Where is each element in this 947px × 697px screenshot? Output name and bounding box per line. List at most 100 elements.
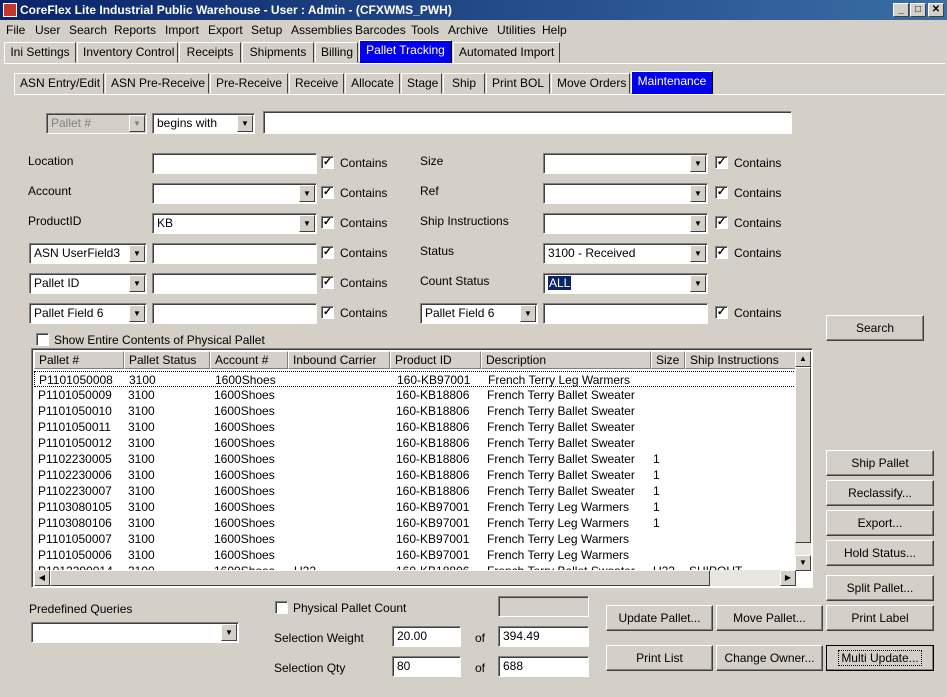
table-row[interactable]: P1101050009 3100 1600Shoes 160-KB18806 Frenc…	[34, 387, 798, 403]
print-label-button[interactable]: Print Label	[826, 605, 934, 631]
ship-instructions-select[interactable]: ▼	[543, 213, 708, 234]
column-header-size[interactable]: Size	[651, 351, 685, 369]
userfield-contains-checkbox[interactable]: ✓	[321, 246, 334, 259]
menu-tools[interactable]: Tools	[411, 23, 439, 37]
tab-receipts[interactable]: Receipts	[179, 42, 241, 63]
chevron-down-icon[interactable]: ▼	[299, 185, 315, 202]
reclassify-button[interactable]: Reclassify...	[826, 480, 934, 506]
hscroll-thumb[interactable]	[50, 570, 710, 586]
maximize-icon[interactable]: □	[910, 3, 926, 17]
show-entire-contents-checkbox[interactable]	[36, 333, 49, 346]
tab-pallet-tracking[interactable]: Pallet Tracking	[359, 40, 452, 63]
vertical-scrollbar[interactable]: ▲ ▼	[795, 351, 811, 571]
column-header-product[interactable]: Product ID	[390, 351, 481, 369]
horizontal-scrollbar[interactable]: ◀ ▶	[34, 570, 796, 586]
ref-contains-checkbox[interactable]: ✓	[715, 186, 728, 199]
menu-assemblies[interactable]: Assemblies	[291, 23, 352, 37]
table-row[interactable]: P1102230007 3100 1600Shoes 160-KB18806 Frenc…	[34, 483, 798, 499]
menu-barcodes[interactable]: Barcodes	[355, 23, 406, 37]
chevron-down-icon[interactable]: ▼	[690, 215, 706, 232]
chevron-down-icon[interactable]: ▼	[690, 155, 706, 172]
tab-automated-import[interactable]: Automated Import	[453, 42, 560, 63]
column-header-ship-instructions[interactable]: Ship Instructions	[685, 351, 797, 369]
tab-receive[interactable]: Receive	[289, 73, 344, 94]
physical-pallet-count-checkbox[interactable]	[275, 601, 288, 614]
palletfield-left-contains-checkbox[interactable]: ✓	[321, 306, 334, 319]
menu-search[interactable]: Search	[69, 23, 107, 37]
chevron-down-icon[interactable]: ▼	[690, 275, 706, 292]
column-header-pallet[interactable]: Pallet #	[34, 351, 124, 369]
menu-user[interactable]: User	[35, 23, 60, 37]
menu-export[interactable]: Export	[208, 23, 243, 37]
menu-import[interactable]: Import	[165, 23, 199, 37]
scroll-thumb[interactable]	[795, 367, 811, 543]
ship-instructions-contains-checkbox[interactable]: ✓	[715, 216, 728, 229]
location-contains-checkbox[interactable]: ✓	[321, 156, 334, 169]
table-row[interactable]: P1103080106 3100 1600Shoes 160-KB97001 Frenc…	[34, 515, 798, 531]
productid-select[interactable]: KB ▼	[152, 213, 317, 234]
count-status-select[interactable]: ALL ▼	[543, 273, 708, 294]
userfield-input[interactable]	[152, 243, 317, 264]
scroll-left-icon[interactable]: ◀	[34, 570, 50, 586]
tab-allocate[interactable]: Allocate	[345, 73, 400, 94]
ref-select[interactable]: ▼	[543, 183, 708, 204]
size-select[interactable]: ▼	[543, 153, 708, 174]
menu-archive[interactable]: Archive	[448, 23, 488, 37]
status-select[interactable]: 3100 - Received ▼	[543, 243, 708, 264]
table-row[interactable]: P1102230006 3100 1600Shoes 160-KB18806 Frenc…	[34, 467, 798, 483]
column-header-description[interactable]: Description	[481, 351, 651, 369]
chevron-down-icon[interactable]: ▼	[129, 305, 145, 322]
palletid-select[interactable]: Pallet ID ▼	[29, 273, 147, 294]
search-operator-select[interactable]: begins with ▼	[152, 113, 255, 134]
minimize-icon[interactable]: _	[893, 3, 909, 17]
chevron-down-icon[interactable]: ▼	[237, 115, 253, 132]
chevron-down-icon[interactable]: ▼	[221, 624, 237, 641]
close-icon[interactable]: ✕	[928, 3, 944, 17]
scroll-right-icon[interactable]: ▶	[780, 570, 796, 586]
userfield-select[interactable]: ASN UserField3 ▼	[29, 243, 147, 264]
tab-billing[interactable]: Billing	[315, 42, 358, 63]
palletfield-right-contains-checkbox[interactable]: ✓	[715, 306, 728, 319]
status-contains-checkbox[interactable]: ✓	[715, 246, 728, 259]
menu-file[interactable]: File	[6, 23, 25, 37]
menu-reports[interactable]: Reports	[114, 23, 156, 37]
table-row[interactable]: P1101050010 3100 1600Shoes 160-KB18806 Frenc…	[34, 403, 798, 419]
palletid-input[interactable]	[152, 273, 317, 294]
menu-help[interactable]: Help	[542, 23, 567, 37]
table-row[interactable]: P1103080105 3100 1600Shoes 160-KB97001 Frenc…	[34, 499, 798, 515]
search-button[interactable]: Search	[826, 315, 924, 341]
move-pallet-button[interactable]: Move Pallet...	[716, 605, 823, 631]
account-select[interactable]: ▼	[152, 183, 317, 204]
tab-ship[interactable]: Ship	[443, 73, 485, 94]
scroll-up-icon[interactable]: ▲	[795, 351, 811, 367]
print-list-button[interactable]: Print List	[606, 645, 713, 671]
tab-asn-pre-receive[interactable]: ASN Pre-Receive	[105, 73, 209, 94]
tab-shipments[interactable]: Shipments	[242, 42, 314, 63]
tab-asn-entry-edit[interactable]: ASN Entry/Edit	[14, 73, 104, 94]
predefined-queries-select[interactable]: ▼	[31, 622, 239, 643]
tab-stage[interactable]: Stage	[401, 73, 442, 94]
tab-pre-receive[interactable]: Pre-Receive	[210, 73, 288, 94]
column-header-carrier[interactable]: Inbound Carrier	[288, 351, 390, 369]
multi-update-button[interactable]: Multi Update...	[826, 645, 934, 671]
ship-pallet-button[interactable]: Ship Pallet	[826, 450, 934, 476]
table-row[interactable]: P1101050008 3100 1600Shoes 160-KB97001 Frenc…	[34, 371, 798, 387]
hold-status-button[interactable]: Hold Status...	[826, 540, 934, 566]
change-owner-button[interactable]: Change Owner...	[716, 645, 823, 671]
location-input[interactable]	[152, 153, 317, 174]
update-pallet-button[interactable]: Update Pallet...	[606, 605, 713, 631]
productid-contains-checkbox[interactable]: ✓	[321, 216, 334, 229]
column-header-account[interactable]: Account #	[210, 351, 288, 369]
palletfield-right-select[interactable]: Pallet Field 6 ▼	[420, 303, 538, 324]
chevron-down-icon[interactable]: ▼	[690, 185, 706, 202]
chevron-down-icon[interactable]: ▼	[299, 215, 315, 232]
scroll-down-icon[interactable]: ▼	[795, 555, 811, 571]
split-pallet-button[interactable]: Split Pallet...	[826, 575, 934, 601]
table-row[interactable]: P1101050007 3100 1600Shoes 160-KB97001 Frenc…	[34, 531, 798, 547]
tab-print-bol[interactable]: Print BOL	[486, 73, 550, 94]
export-button[interactable]: Export...	[826, 510, 934, 536]
pallet-grid[interactable]: Pallet # Pallet Status Account # Inbound…	[31, 348, 813, 588]
table-row[interactable]: P1101050012 3100 1600Shoes 160-KB18806 Frenc…	[34, 435, 798, 451]
table-row[interactable]: P1101050006 3100 1600Shoes 160-KB97001 Frenc…	[34, 547, 798, 563]
table-row[interactable]: P1102230005 3100 1600Shoes 160-KB18806 Frenc…	[34, 451, 798, 467]
